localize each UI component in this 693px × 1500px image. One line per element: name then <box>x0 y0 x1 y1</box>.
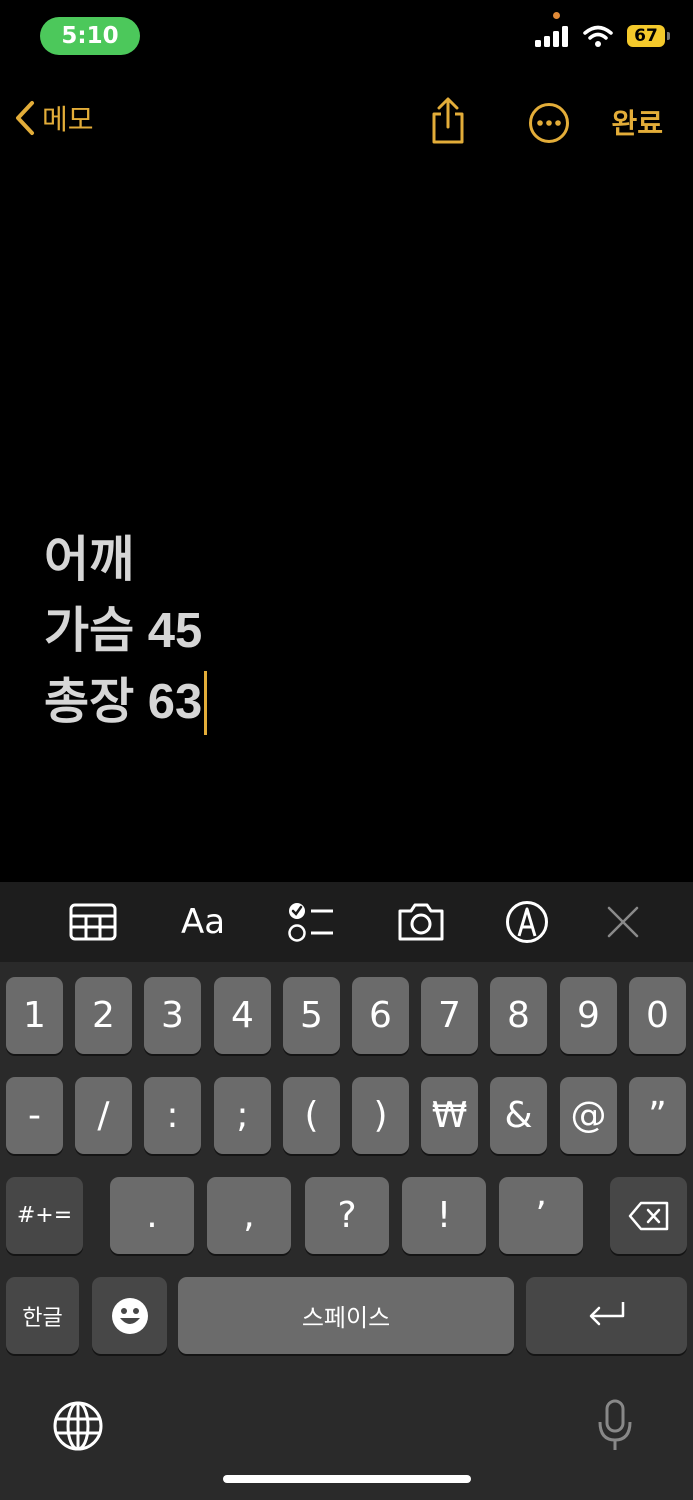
note-line: 가슴 45 <box>44 604 203 658</box>
table-button[interactable] <box>68 902 118 942</box>
battery-indicator: 67 <box>627 25 670 47</box>
more-options-icon[interactable] <box>528 102 570 144</box>
key-slash[interactable]: / <box>75 1077 132 1154</box>
camera-icon <box>398 903 444 941</box>
key-exclamation[interactable]: ! <box>402 1177 486 1254</box>
key-1[interactable]: 1 <box>6 977 63 1054</box>
key-comma[interactable]: , <box>207 1177 291 1254</box>
key-at[interactable]: @ <box>560 1077 617 1154</box>
key-2[interactable]: 2 <box>75 977 132 1054</box>
key-8[interactable]: 8 <box>490 977 547 1054</box>
note-line: 총장 63 <box>44 667 208 738</box>
return-icon <box>589 1301 624 1325</box>
key-9[interactable]: 9 <box>560 977 617 1054</box>
table-icon <box>69 903 117 941</box>
key-quote[interactable]: ” <box>629 1077 686 1154</box>
key-open-paren[interactable]: ( <box>283 1077 340 1154</box>
key-close-paren[interactable]: ) <box>352 1077 409 1154</box>
home-indicator[interactable] <box>223 1475 471 1483</box>
done-button[interactable]: 완료 <box>611 102 663 142</box>
key-5[interactable]: 5 <box>283 977 340 1054</box>
key-3[interactable]: 3 <box>144 977 201 1054</box>
key-won[interactable]: ₩ <box>421 1077 478 1154</box>
space-key[interactable]: 스페이스 <box>178 1277 514 1354</box>
return-key[interactable] <box>526 1277 687 1354</box>
chevron-left-icon <box>16 101 34 135</box>
key-question[interactable]: ? <box>305 1177 389 1254</box>
camera-button[interactable] <box>395 902 447 942</box>
markup-icon <box>506 901 548 943</box>
key-apostrophe[interactable]: ’ <box>499 1177 583 1254</box>
format-text-icon: Aa <box>180 902 226 942</box>
share-icon[interactable] <box>428 96 468 146</box>
emoji-icon <box>111 1297 148 1334</box>
key-4[interactable]: 4 <box>214 977 271 1054</box>
key-0[interactable]: 0 <box>629 977 686 1054</box>
globe-icon[interactable] <box>52 1400 104 1452</box>
text-cursor <box>204 670 208 735</box>
key-6[interactable]: 6 <box>352 977 409 1054</box>
key-7[interactable]: 7 <box>421 977 478 1054</box>
wifi-icon <box>583 25 613 47</box>
key-more-symbols[interactable]: #+= <box>6 1177 83 1254</box>
close-toolbar-button[interactable] <box>604 902 642 942</box>
back-button[interactable]: 메모 <box>14 98 94 138</box>
keyboard: Aa 1 2 3 4 5 6 7 8 9 0 - /: ; () ₩ & @… <box>0 882 693 1500</box>
checklist-icon <box>288 903 333 942</box>
key-hyphen[interactable]: - <box>6 1077 63 1154</box>
back-button-label: 메모 <box>42 103 94 136</box>
format-text-button[interactable]: Aa <box>175 902 231 942</box>
key-ampersand[interactable]: & <box>490 1077 547 1154</box>
battery-level: 67 <box>634 26 658 46</box>
navigation-bar: 메모 완료 <box>0 90 693 154</box>
cellular-signal-icon <box>535 26 568 47</box>
microphone-icon[interactable] <box>596 1398 634 1454</box>
close-icon <box>607 906 639 938</box>
status-time: 5:10 <box>40 17 140 55</box>
emoji-key[interactable] <box>92 1277 167 1354</box>
backspace-icon <box>628 1201 668 1230</box>
status-indicators: 67 <box>535 25 670 47</box>
delete-key[interactable] <box>610 1177 687 1254</box>
note-line: 어깨 <box>44 533 135 587</box>
markup-button[interactable] <box>505 901 549 943</box>
language-key[interactable]: 한글 <box>6 1277 79 1354</box>
keyboard-toolbar: Aa <box>0 882 693 962</box>
key-period[interactable]: . <box>110 1177 194 1254</box>
checklist-button[interactable] <box>287 902 335 942</box>
note-body[interactable]: 어깨 가슴 45 총장 63 <box>44 525 208 738</box>
privacy-indicator-dot <box>553 12 560 19</box>
key-semicolon[interactable]: ; <box>214 1077 271 1154</box>
key-colon[interactable]: : <box>144 1077 201 1154</box>
